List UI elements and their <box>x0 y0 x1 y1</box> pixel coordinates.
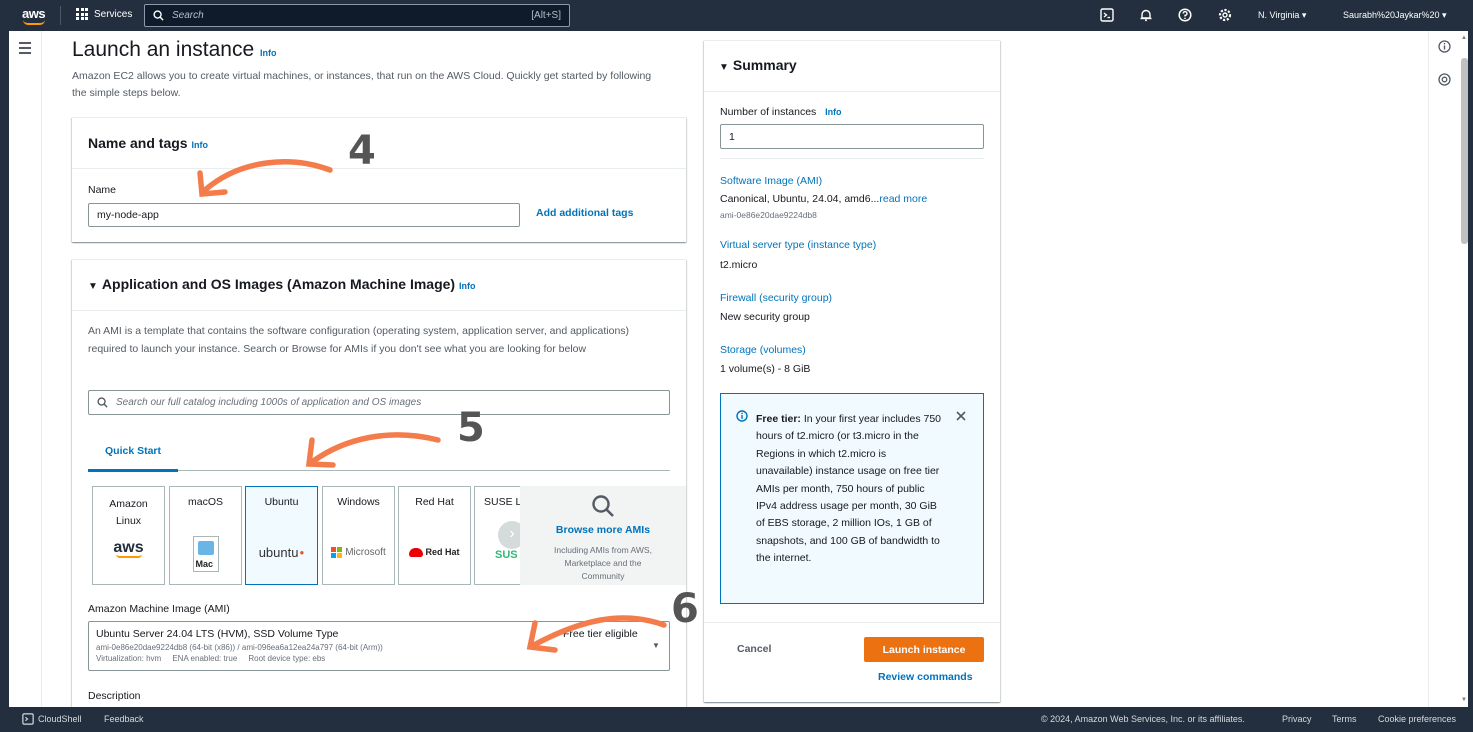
cloudshell-icon <box>22 713 34 725</box>
footer-terms-link[interactable]: Terms <box>1332 714 1357 724</box>
footer-privacy-link[interactable]: Privacy <box>1282 714 1312 724</box>
footer-bar: CloudShell Feedback © 2024, Amazon Web S… <box>0 707 1473 732</box>
footer-copyright: © 2024, Amazon Web Services, Inc. or its… <box>1041 714 1245 724</box>
arrow-step-5 <box>309 432 441 465</box>
footer-cloudshell-link[interactable]: CloudShell <box>38 714 82 724</box>
footer-feedback-link[interactable]: Feedback <box>104 714 144 724</box>
annotation-step-6: 6 <box>671 586 699 632</box>
arrow-step-6 <box>529 615 667 649</box>
annotation-arrows <box>197 159 667 653</box>
annotation-step-5: 5 <box>457 405 485 451</box>
arrow-step-4 <box>202 159 333 193</box>
footer-cookie-link[interactable]: Cookie preferences <box>1378 714 1456 724</box>
annotation-step-4: 4 <box>348 128 376 174</box>
